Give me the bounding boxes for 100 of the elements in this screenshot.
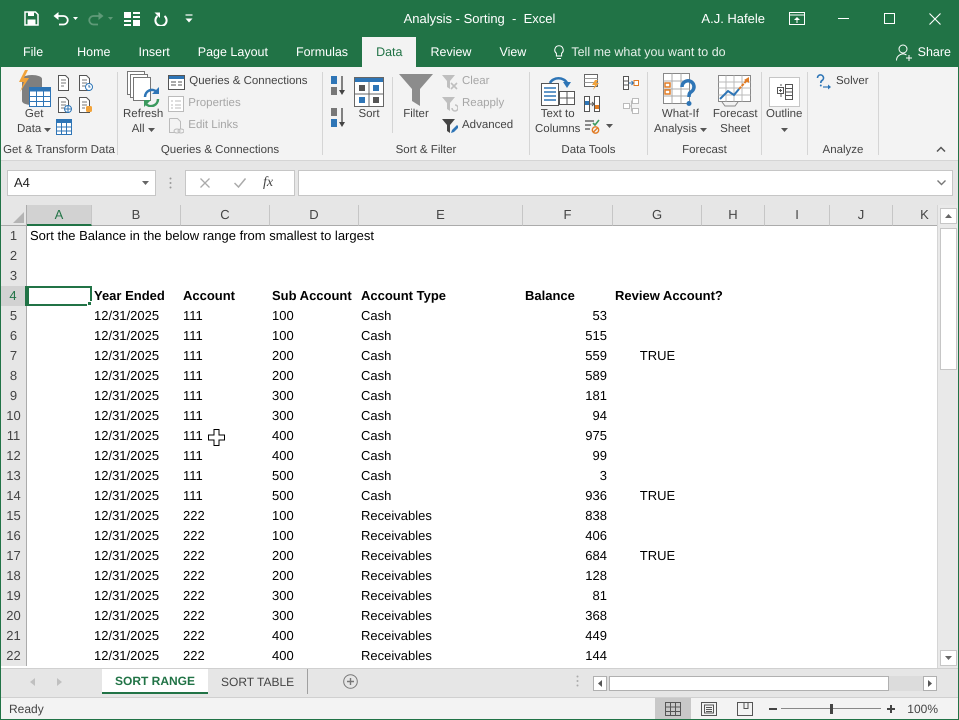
tell-me-field[interactable]: Tell me what you want to do [571,42,746,62]
row-header[interactable]: 17 [1,546,27,566]
funnel-cross-icon [442,74,458,90]
zoom-in-icon[interactable] [887,704,896,712]
checklist-icon[interactable] [584,118,600,134]
sort-ascending-icon[interactable] [331,75,347,97]
share-button[interactable]: Share [896,37,958,67]
row-header[interactable]: 15 [1,506,27,526]
balance-value: 406 [585,527,607,545]
document-database-icon[interactable] [77,97,94,113]
row-header[interactable]: 12 [1,446,27,466]
account-type-text: Receivables [361,527,432,545]
lightbulb-icon [554,44,564,60]
save-icon[interactable] [24,11,39,26]
row-header[interactable]: 14 [1,486,27,506]
vertical-scrollbar-track[interactable] [937,205,958,668]
sort-descending-icon[interactable] [331,107,347,129]
account-type-text: Cash [361,467,392,485]
customize-menu-icon[interactable] [185,14,193,23]
ribbon-tab[interactable]: File [3,37,64,67]
ribbon-tab[interactable]: Insert [124,37,184,67]
collapse-ribbon-icon[interactable] [936,146,946,152]
row-header[interactable]: 7 [1,346,27,366]
scroll-right-icon[interactable] [923,676,937,691]
date-text: 12/31/2025 [94,627,160,645]
row-header[interactable]: 21 [1,626,27,646]
row-header[interactable]: 16 [1,526,27,546]
ribbon-tab[interactable]: Review [416,37,486,67]
scroll-up-icon[interactable] [940,208,956,224]
ribbon-display-icon[interactable] [789,12,805,25]
account-type-text: Cash [361,347,392,365]
formula-input[interactable] [298,170,953,196]
grid-layout-icon[interactable] [124,12,140,26]
row-header[interactable]: 18 [1,566,27,586]
maximize-icon[interactable] [884,13,894,24]
queries-connections-button[interactable]: Queries & Connections [166,71,310,93]
row-header[interactable]: 11 [1,426,27,446]
columns-arrow-icon[interactable] [584,96,600,112]
outline-button[interactable]: Outline [764,67,804,137]
horizontal-scrollbar-track[interactable] [593,676,937,691]
undo-icon[interactable] [53,12,69,26]
scrollbar-thumb[interactable] [940,228,956,370]
row-header[interactable]: 1 [1,226,27,246]
table-icon[interactable] [56,119,72,135]
get-data-button[interactable]: Get Data [15,67,54,137]
account-type-text: Cash [361,427,392,445]
sort-button[interactable]: Sort [352,67,386,122]
grid-arrow-icon[interactable] [623,76,640,90]
row-header[interactable]: 5 [1,306,27,326]
column-header[interactable]: A [27,205,92,226]
row-header[interactable]: 6 [1,326,27,346]
what-if-analysis-button[interactable]: What-If Analysis [652,67,709,137]
zoom-slider-thumb[interactable] [830,704,833,714]
minimize-icon[interactable] [838,18,848,19]
row-header[interactable]: 19 [1,586,27,606]
ribbon-tab[interactable]: Page Layout [184,37,282,67]
row-header[interactable]: 2 [1,246,27,266]
refresh-icon[interactable] [154,11,168,26]
ribbon-tab[interactable]: Home [63,37,124,67]
page-layout-icon [701,702,718,716]
solver-button[interactable]: Solver [814,71,871,93]
row-header[interactable]: 8 [1,366,27,386]
sheet-tab[interactable]: SORT RANGE [102,669,208,694]
account-type-text: Receivables [361,587,432,605]
sheet-tab[interactable]: SORT TABLE [208,669,308,694]
row-header[interactable]: 10 [1,406,27,426]
row-header[interactable]: 13 [1,466,27,486]
add-sheet-icon[interactable] [343,674,358,689]
ribbon-tab[interactable]: Data [362,37,416,67]
scrollbar-thumb[interactable] [609,676,889,691]
ribbon-tab[interactable]: Formulas [282,37,362,67]
active-cell[interactable] [27,286,92,306]
advanced-button[interactable]: Advanced [440,115,516,137]
row-header[interactable]: 9 [1,386,27,406]
scroll-left-icon[interactable] [593,676,607,691]
scroll-down-icon[interactable] [940,650,956,666]
filter-button[interactable]: Filter [397,67,435,122]
caret-icon[interactable] [73,17,78,20]
table-lightning-icon[interactable] [584,74,600,90]
close-icon[interactable] [929,12,941,24]
row-header[interactable]: 22 [1,646,27,666]
account-type-text: Receivables [361,507,432,525]
sub-account-number: 500 [272,467,294,485]
document-globe-icon[interactable] [56,97,72,113]
column-heading: Account [183,287,235,305]
name-box[interactable]: A4 [7,170,156,196]
balance-value: 559 [585,347,607,365]
ribbon-tab[interactable]: View [485,37,540,67]
zoom-slider-track[interactable] [781,704,882,714]
insert-function-button[interactable]: fx [263,175,274,191]
forecast-sheet-button[interactable]: Forecast Sheet [710,67,760,137]
row-header[interactable]: 3 [1,266,27,286]
date-text: 12/31/2025 [94,467,160,485]
text-to-columns-button[interactable]: Text to Columns [533,67,582,137]
refresh-all-button[interactable]: Refresh All [121,67,166,137]
document-clock-icon[interactable] [77,75,94,91]
zoom-level-text[interactable]: 100% [907,700,938,718]
row-header[interactable]: 4 [1,286,27,306]
view-button[interactable] [655,698,692,719]
row-header[interactable]: 20 [1,606,27,626]
